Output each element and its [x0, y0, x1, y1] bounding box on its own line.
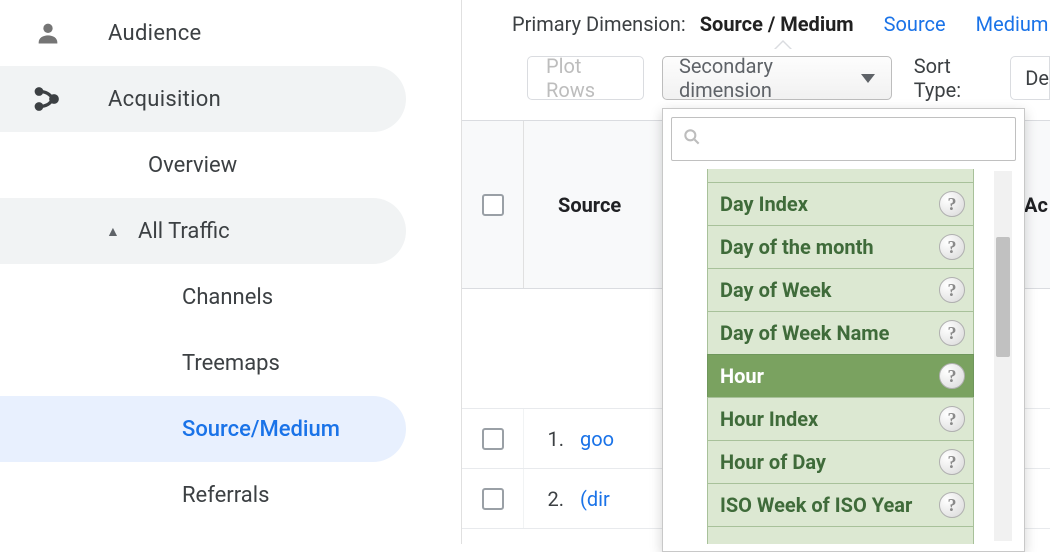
option-label: Hour Index [720, 407, 818, 431]
scrollbar[interactable] [994, 171, 1012, 541]
sidebar-item-label: Overview [148, 153, 237, 178]
header-checkbox-cell [462, 121, 524, 288]
primary-dimension-row: Primary Dimension: Source / Medium Sourc… [462, 0, 1050, 54]
dimension-search-input[interactable] [672, 118, 1015, 160]
caret-down-icon [861, 74, 875, 83]
option-label: Day of Week Name [720, 321, 889, 345]
button-label: Plot Rows [546, 54, 625, 102]
option-label: Day of Week [720, 278, 832, 302]
column-header-acquisition[interactable]: Ac [1024, 193, 1050, 217]
option-label: Hour [720, 364, 764, 388]
sidebar-item-label: Channels [182, 285, 273, 310]
sidebar-item-label: Referrals [182, 483, 269, 508]
dimension-option-hour[interactable]: Hour ? [707, 354, 974, 398]
help-icon[interactable]: ? [939, 363, 965, 389]
secondary-dimension-panel: Day Index ? Day of the month ? Day of We… [662, 108, 1025, 552]
dimension-option[interactable] [707, 526, 974, 544]
button-label: Secondary dimension [679, 54, 845, 102]
sidebar-item-label: All Traffic [138, 219, 230, 244]
help-icon[interactable]: ? [939, 277, 965, 303]
dimension-option[interactable] [707, 169, 974, 183]
sidebar-item-label: Treemaps [182, 351, 280, 376]
dimension-search [671, 117, 1016, 161]
select-all-checkbox[interactable] [482, 194, 504, 216]
sidebar-item-channels[interactable]: Channels [0, 264, 461, 330]
row-checkbox-cell [462, 469, 524, 528]
help-icon[interactable]: ? [939, 406, 965, 432]
sort-type-label: Sort Type: [914, 54, 993, 102]
secondary-dimension-dropdown[interactable]: Secondary dimension [662, 56, 892, 100]
option-label: Hour of Day [720, 450, 826, 474]
sidebar-item-acquisition[interactable]: Acquisition [0, 66, 406, 132]
help-icon[interactable]: ? [939, 320, 965, 346]
sidebar-item-source-medium[interactable]: Source/Medium [0, 396, 406, 462]
dimension-option-day-of-month[interactable]: Day of the month ? [707, 225, 974, 269]
toolbar: Plot Rows Secondary dimension Sort Type:… [462, 54, 1050, 102]
sort-type-dropdown[interactable]: De [1010, 56, 1050, 100]
button-label: De [1025, 66, 1049, 90]
sidebar-item-referrals[interactable]: Referrals [0, 462, 461, 528]
help-icon[interactable]: ? [939, 492, 965, 518]
sidebar-item-treemaps[interactable]: Treemaps [0, 330, 461, 396]
row-checkbox-cell [462, 409, 524, 468]
sidebar-item-label: Source/Medium [182, 417, 340, 442]
row-index: 1. [524, 427, 580, 451]
help-icon[interactable]: ? [939, 191, 965, 217]
dimension-option-day-of-week-name[interactable]: Day of Week Name ? [707, 311, 974, 355]
caret-indicator-icon [774, 40, 792, 49]
caret-up-icon: ▲ [106, 223, 120, 240]
help-icon[interactable]: ? [939, 449, 965, 475]
sidebar-item-all-traffic[interactable]: ▲ All Traffic [0, 198, 406, 264]
dimension-list: Day Index ? Day of the month ? Day of We… [671, 169, 1016, 544]
main-panel: Primary Dimension: Source / Medium Sourc… [462, 0, 1050, 544]
dimension-link-medium[interactable]: Medium [976, 12, 1049, 36]
person-icon [34, 19, 74, 47]
scrollbar-thumb[interactable] [996, 237, 1010, 357]
sidebar: Audience Acquisition Overview ▲ All Traf… [0, 0, 462, 544]
option-label: Day Index [720, 192, 808, 216]
option-label: ISO Week of ISO Year [720, 493, 912, 517]
sidebar-item-audience[interactable]: Audience [0, 0, 461, 66]
sidebar-item-label: Acquisition [108, 87, 221, 112]
option-label: Day of the month [720, 235, 874, 259]
dimension-link-source[interactable]: Source [884, 12, 946, 36]
dimension-option-day-index[interactable]: Day Index ? [707, 182, 974, 226]
row-checkbox[interactable] [482, 428, 504, 450]
plot-rows-button[interactable]: Plot Rows [527, 56, 644, 100]
dimension-option-hour-of-day[interactable]: Hour of Day ? [707, 440, 974, 484]
row-index: 2. [524, 487, 580, 511]
dimension-option-iso-week[interactable]: ISO Week of ISO Year ? [707, 483, 974, 527]
sidebar-item-overview[interactable]: Overview [0, 132, 461, 198]
help-icon[interactable]: ? [939, 234, 965, 260]
dimension-option-hour-index[interactable]: Hour Index ? [707, 397, 974, 441]
dimension-option-day-of-week[interactable]: Day of Week ? [707, 268, 974, 312]
search-icon [682, 127, 702, 151]
row-checkbox[interactable] [482, 488, 504, 510]
merge-icon [34, 84, 74, 114]
primary-dimension-label: Primary Dimension: [512, 12, 686, 36]
sidebar-item-label: Audience [108, 21, 202, 46]
primary-dimension-value[interactable]: Source / Medium [700, 12, 854, 36]
